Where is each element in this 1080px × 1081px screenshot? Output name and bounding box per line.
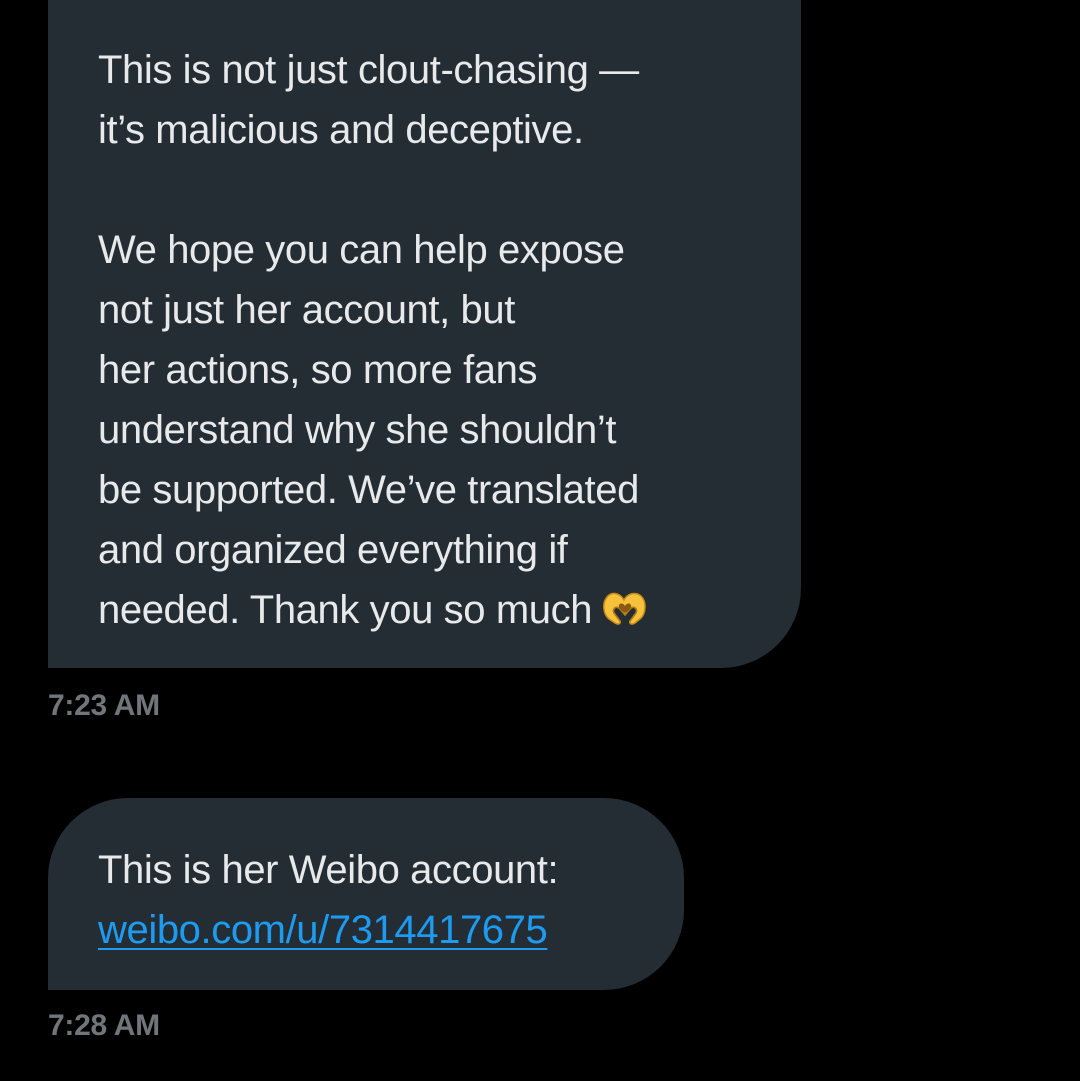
message-line: it’s malicious and deceptive.	[98, 108, 584, 152]
message-line: This is not just clout-chasing —	[98, 48, 639, 92]
message-timestamp: 7:23 AM	[48, 689, 160, 722]
message-line-link: weibo.com/u/7314417675	[98, 900, 664, 960]
message-paragraph: This is not just clout-chasing — it’s ma…	[98, 40, 761, 160]
message-line: This is her Weibo account:	[98, 848, 559, 892]
message-line: We hope you can help expose	[98, 228, 625, 272]
message-line: needed. Thank you so much	[98, 580, 761, 646]
weibo-account-link[interactable]: weibo.com/u/7314417675	[98, 908, 548, 952]
message-paragraph: We hope you can help expose not just her…	[98, 220, 761, 646]
message-paragraph: This is her Weibo account: weibo.com/u/7…	[98, 840, 664, 960]
message-line: not just her account, but	[98, 288, 515, 332]
heart-hands-emoji-icon	[600, 586, 650, 646]
message-line: her actions, so more fans	[98, 348, 538, 392]
message-line: be supported. We’ve translated	[98, 468, 639, 512]
message-timestamp: 7:28 AM	[48, 1009, 160, 1042]
message-bubble[interactable]: This is her Weibo account: weibo.com/u/7…	[48, 798, 684, 990]
message-line: and organized everything if	[98, 528, 568, 572]
message-line: understand why she shouldn’t	[98, 408, 617, 452]
message-bubble[interactable]: This is not just clout-chasing — it’s ma…	[48, 0, 801, 668]
message-line-text: needed. Thank you so much	[98, 588, 593, 632]
